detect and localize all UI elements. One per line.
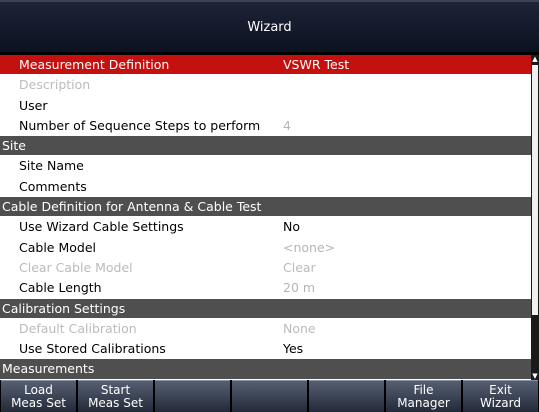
file-manager-button[interactable]: File Manager <box>386 380 461 412</box>
setting-row-cable-length[interactable]: Cable Length 20 m <box>0 278 531 299</box>
setting-label: Cable Length <box>19 280 102 296</box>
setting-value: 20 m <box>283 280 316 296</box>
section-header-label: Measurements <box>2 361 95 377</box>
softkey-4[interactable] <box>232 380 307 412</box>
setting-label: Comments <box>19 178 87 194</box>
wizard-settings-list: Measurement Definition VSWR Test Descripti… <box>0 55 531 380</box>
softkey-5[interactable] <box>309 380 384 412</box>
section-header-label: Cable Definition for Antenna & Cable Tes… <box>2 199 262 215</box>
setting-value: None <box>283 320 316 336</box>
scroll-thumb[interactable] <box>532 65 538 315</box>
setting-row-site-name[interactable]: Site Name <box>0 156 531 177</box>
setting-value: VSWR Test <box>283 57 350 72</box>
section-header-measurements: Measurements <box>0 359 531 380</box>
setting-label: Default Calibration <box>19 320 137 336</box>
section-header-cable-definition-for-antenna-cable-test: Cable Definition for Antenna & Cable Tes… <box>0 197 531 218</box>
setting-label: Use Wizard Cable Settings <box>19 219 184 235</box>
scrollbar[interactable]: ▲ ▼ <box>531 55 539 380</box>
section-header-site: Site <box>0 136 531 157</box>
setting-value: 4 <box>283 117 291 133</box>
scroll-down-icon[interactable]: ▼ <box>531 372 539 380</box>
setting-value: Clear <box>283 259 316 275</box>
setting-row-use-wizard-cable-settings[interactable]: Use Wizard Cable Settings No <box>0 217 531 238</box>
exit-wizard-button[interactable]: Exit Wizard <box>463 380 538 412</box>
setting-row-use-stored-calibrations[interactable]: Use Stored Calibrations Yes <box>0 339 531 360</box>
setting-value: Yes <box>283 341 304 357</box>
setting-label: Number of Sequence Steps to perform <box>19 117 261 133</box>
section-header-calibration-settings: Calibration Settings <box>0 298 531 319</box>
setting-row-description: Description <box>0 75 531 96</box>
softkey-bar: Load Meas Set Start Meas Set File Manager E… <box>0 380 539 412</box>
setting-label: Cable Model <box>19 239 96 255</box>
setting-row-cable-model[interactable]: Cable Model <none> <box>0 238 531 258</box>
setting-row-default-calibration: Default Calibration None <box>0 319 531 340</box>
setting-row-comments[interactable]: Comments <box>0 177 531 198</box>
setting-row-number-of-sequence-steps-to-perform[interactable]: Number of Sequence Steps to perform 4 <box>0 116 531 137</box>
section-header-label: Calibration Settings <box>2 300 126 316</box>
setting-row-clear-cable-model: Clear Cable Model Clear <box>0 258 531 279</box>
setting-label: User <box>19 97 48 113</box>
setting-label: Site Name <box>19 158 84 174</box>
section-header-label: Site <box>2 138 26 154</box>
start-meas-set-button[interactable]: Start Meas Set <box>78 380 153 412</box>
setting-value: No <box>283 219 300 235</box>
setting-value: <none> <box>283 239 336 255</box>
setting-row-user[interactable]: User <box>0 96 531 116</box>
setting-label: Description <box>19 77 91 93</box>
setting-label: Measurement Definition <box>19 57 170 72</box>
setting-label: Use Stored Calibrations <box>19 341 166 357</box>
window-title: Wizard <box>247 19 292 35</box>
scroll-up-icon[interactable]: ▲ <box>531 55 539 63</box>
title-bar: Wizard <box>0 0 539 52</box>
setting-row-measurement-definition[interactable]: Measurement Definition VSWR Test <box>0 55 531 76</box>
setting-label: Clear Cable Model <box>19 259 133 275</box>
load-meas-set-button[interactable]: Load Meas Set <box>1 380 76 412</box>
softkey-3[interactable] <box>155 380 230 412</box>
